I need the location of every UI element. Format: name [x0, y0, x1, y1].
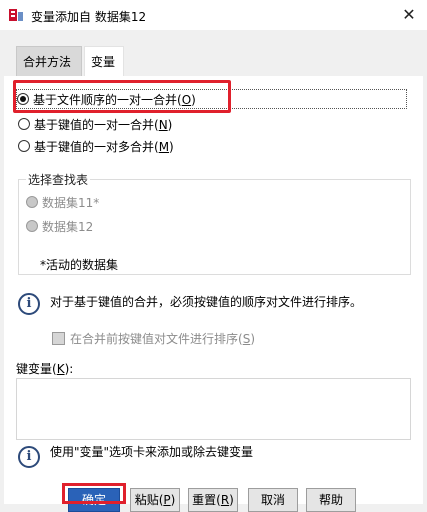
- radio-key-one-to-many[interactable]: 基于键值的一对多合并(M): [18, 136, 174, 156]
- radio-indicator: [18, 140, 30, 152]
- radio-dataset12: 数据集12: [26, 216, 93, 236]
- key-variables-label: 键变量(K):: [16, 362, 74, 376]
- sort-before-merge-checkbox: 在合并前按键值对文件进行排序(S): [52, 328, 255, 348]
- close-button[interactable]: ✕: [391, 0, 427, 30]
- info-icon: i: [18, 293, 40, 315]
- info-key-variables-text: 使用"变量"选项卡来添加或除去键变量: [50, 445, 254, 459]
- radio-dataset11: 数据集11*: [26, 192, 99, 212]
- radio-label: 数据集11*: [42, 195, 100, 210]
- help-button[interactable]: 帮助: [306, 488, 356, 512]
- title-bar: 变量添加自 数据集12 ✕: [0, 0, 427, 30]
- radio-label: 基于键值的一对一合并(N): [34, 117, 173, 132]
- highlight-outline: [13, 80, 231, 113]
- app-icon: [8, 7, 24, 23]
- radio-indicator: [18, 118, 30, 130]
- reset-button[interactable]: 重置(R): [188, 488, 238, 512]
- active-dataset-note: *活动的数据集: [40, 258, 119, 272]
- tab-merge-method[interactable]: 合并方法: [16, 46, 82, 76]
- merge-method-panel: 基于文件顺序的一对一合并(O) 基于键值的一对一合并(N) 基于键值的一对多合并…: [4, 76, 423, 512]
- radio-indicator: [26, 220, 38, 232]
- lookup-table-title: 选择查找表: [26, 171, 91, 188]
- tab-variables[interactable]: 变量: [84, 46, 124, 76]
- window-title: 变量添加自 数据集12: [31, 10, 147, 24]
- radio-indicator: [26, 196, 38, 208]
- radio-label: 数据集12: [42, 219, 94, 234]
- checkbox-indicator: [52, 331, 65, 345]
- paste-button[interactable]: 粘贴(P): [130, 488, 180, 512]
- key-variables-list[interactable]: [16, 378, 411, 440]
- info-sort-text: 对于基于键值的合并，必须按键值的顺序对文件进行排序。: [50, 295, 363, 309]
- cancel-button[interactable]: 取消: [248, 488, 298, 512]
- close-icon: ✕: [402, 5, 416, 24]
- info-icon: i: [18, 446, 40, 468]
- radio-label: 基于键值的一对多合并(M): [34, 139, 174, 154]
- checkbox-label: 在合并前按键值对文件进行排序(S): [70, 331, 255, 346]
- ok-highlight-outline: [62, 483, 126, 504]
- radio-key-one-to-one[interactable]: 基于键值的一对一合并(N): [18, 114, 172, 134]
